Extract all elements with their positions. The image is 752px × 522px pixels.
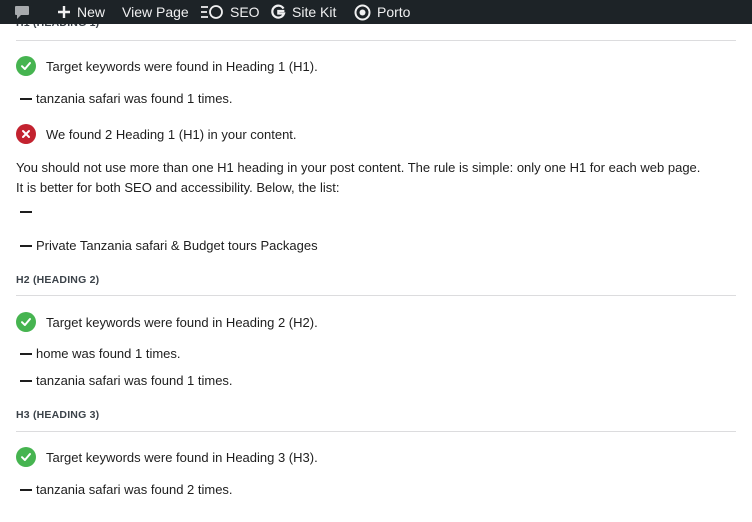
h1-explanation-line-1: You should not use more than one H1 head… [16, 160, 701, 175]
dash-icon [20, 244, 32, 247]
h2-section-heading: H2 (HEADING 2) [16, 274, 100, 286]
h1-list-item [20, 211, 36, 213]
h1-explanation-line-2: It is better for both SEO and accessibil… [16, 180, 340, 195]
dash-icon [20, 352, 32, 355]
porto-menu[interactable]: Porto [354, 0, 410, 24]
new-label: New [77, 4, 106, 20]
h1-list-text: Private Tanzania safari & Budget tours P… [36, 238, 318, 253]
porto-label: Porto [377, 4, 411, 20]
comment-bubble-icon [14, 5, 30, 20]
site-kit-menu[interactable]: Site Kit [270, 0, 336, 24]
h1-keyword-item: tanzania safari was found 1 times. [20, 91, 233, 106]
check-icon [16, 447, 36, 467]
h2-keyword-item: tanzania safari was found 1 times. [20, 373, 233, 388]
seo-analysis-content: H1 (HEADING 1) Target keywords were foun… [0, 0, 752, 522]
h2-keyword-text: tanzania safari was found 1 times. [36, 373, 233, 388]
h2-found-row: Target keywords were found in Heading 2 … [16, 312, 318, 332]
seo-toggle-icon [200, 4, 224, 20]
h3-found-row: Target keywords were found in Heading 3 … [16, 447, 318, 467]
plus-icon [57, 5, 71, 19]
google-g-icon [270, 4, 286, 20]
seo-label: SEO [230, 4, 260, 20]
h2-keyword-item: home was found 1 times. [20, 346, 181, 361]
h1-error-row: We found 2 Heading 1 (H1) in your conten… [16, 124, 297, 144]
h3-divider [16, 431, 736, 432]
dash-icon [20, 97, 32, 100]
porto-circle-icon [354, 4, 371, 21]
h1-found-row: Target keywords were found in Heading 1 … [16, 56, 318, 76]
dash-icon [20, 379, 32, 382]
h1-error-message: We found 2 Heading 1 (H1) in your conten… [46, 126, 297, 142]
h3-keyword-text: tanzania safari was found 2 times. [36, 482, 233, 497]
check-icon [16, 56, 36, 76]
new-button[interactable]: New [57, 0, 105, 24]
h1-list-item: Private Tanzania safari & Budget tours P… [20, 238, 318, 253]
h2-divider [16, 295, 736, 296]
comments-button[interactable] [14, 0, 36, 24]
view-page-label: View Page [122, 4, 189, 20]
error-x-icon [16, 124, 36, 144]
h1-keyword-text: tanzania safari was found 1 times. [36, 91, 233, 106]
h2-found-message: Target keywords were found in Heading 2 … [46, 314, 318, 330]
admin-bar: New View Page SEO Site Kit Porto [0, 0, 752, 24]
h1-found-message: Target keywords were found in Heading 1 … [46, 58, 318, 74]
check-icon [16, 312, 36, 332]
h3-found-message: Target keywords were found in Heading 3 … [46, 449, 318, 465]
h1-explanation: You should not use more than one H1 head… [16, 158, 752, 198]
dash-icon [20, 488, 32, 491]
view-page-link[interactable]: View Page [122, 0, 189, 24]
seo-menu[interactable]: SEO [200, 0, 260, 24]
h3-keyword-item: tanzania safari was found 2 times. [20, 482, 233, 497]
h3-section-heading: H3 (HEADING 3) [16, 409, 100, 421]
h2-keyword-text: home was found 1 times. [36, 346, 181, 361]
h1-divider [16, 40, 736, 41]
dash-icon [20, 211, 32, 213]
site-kit-label: Site Kit [292, 4, 337, 20]
